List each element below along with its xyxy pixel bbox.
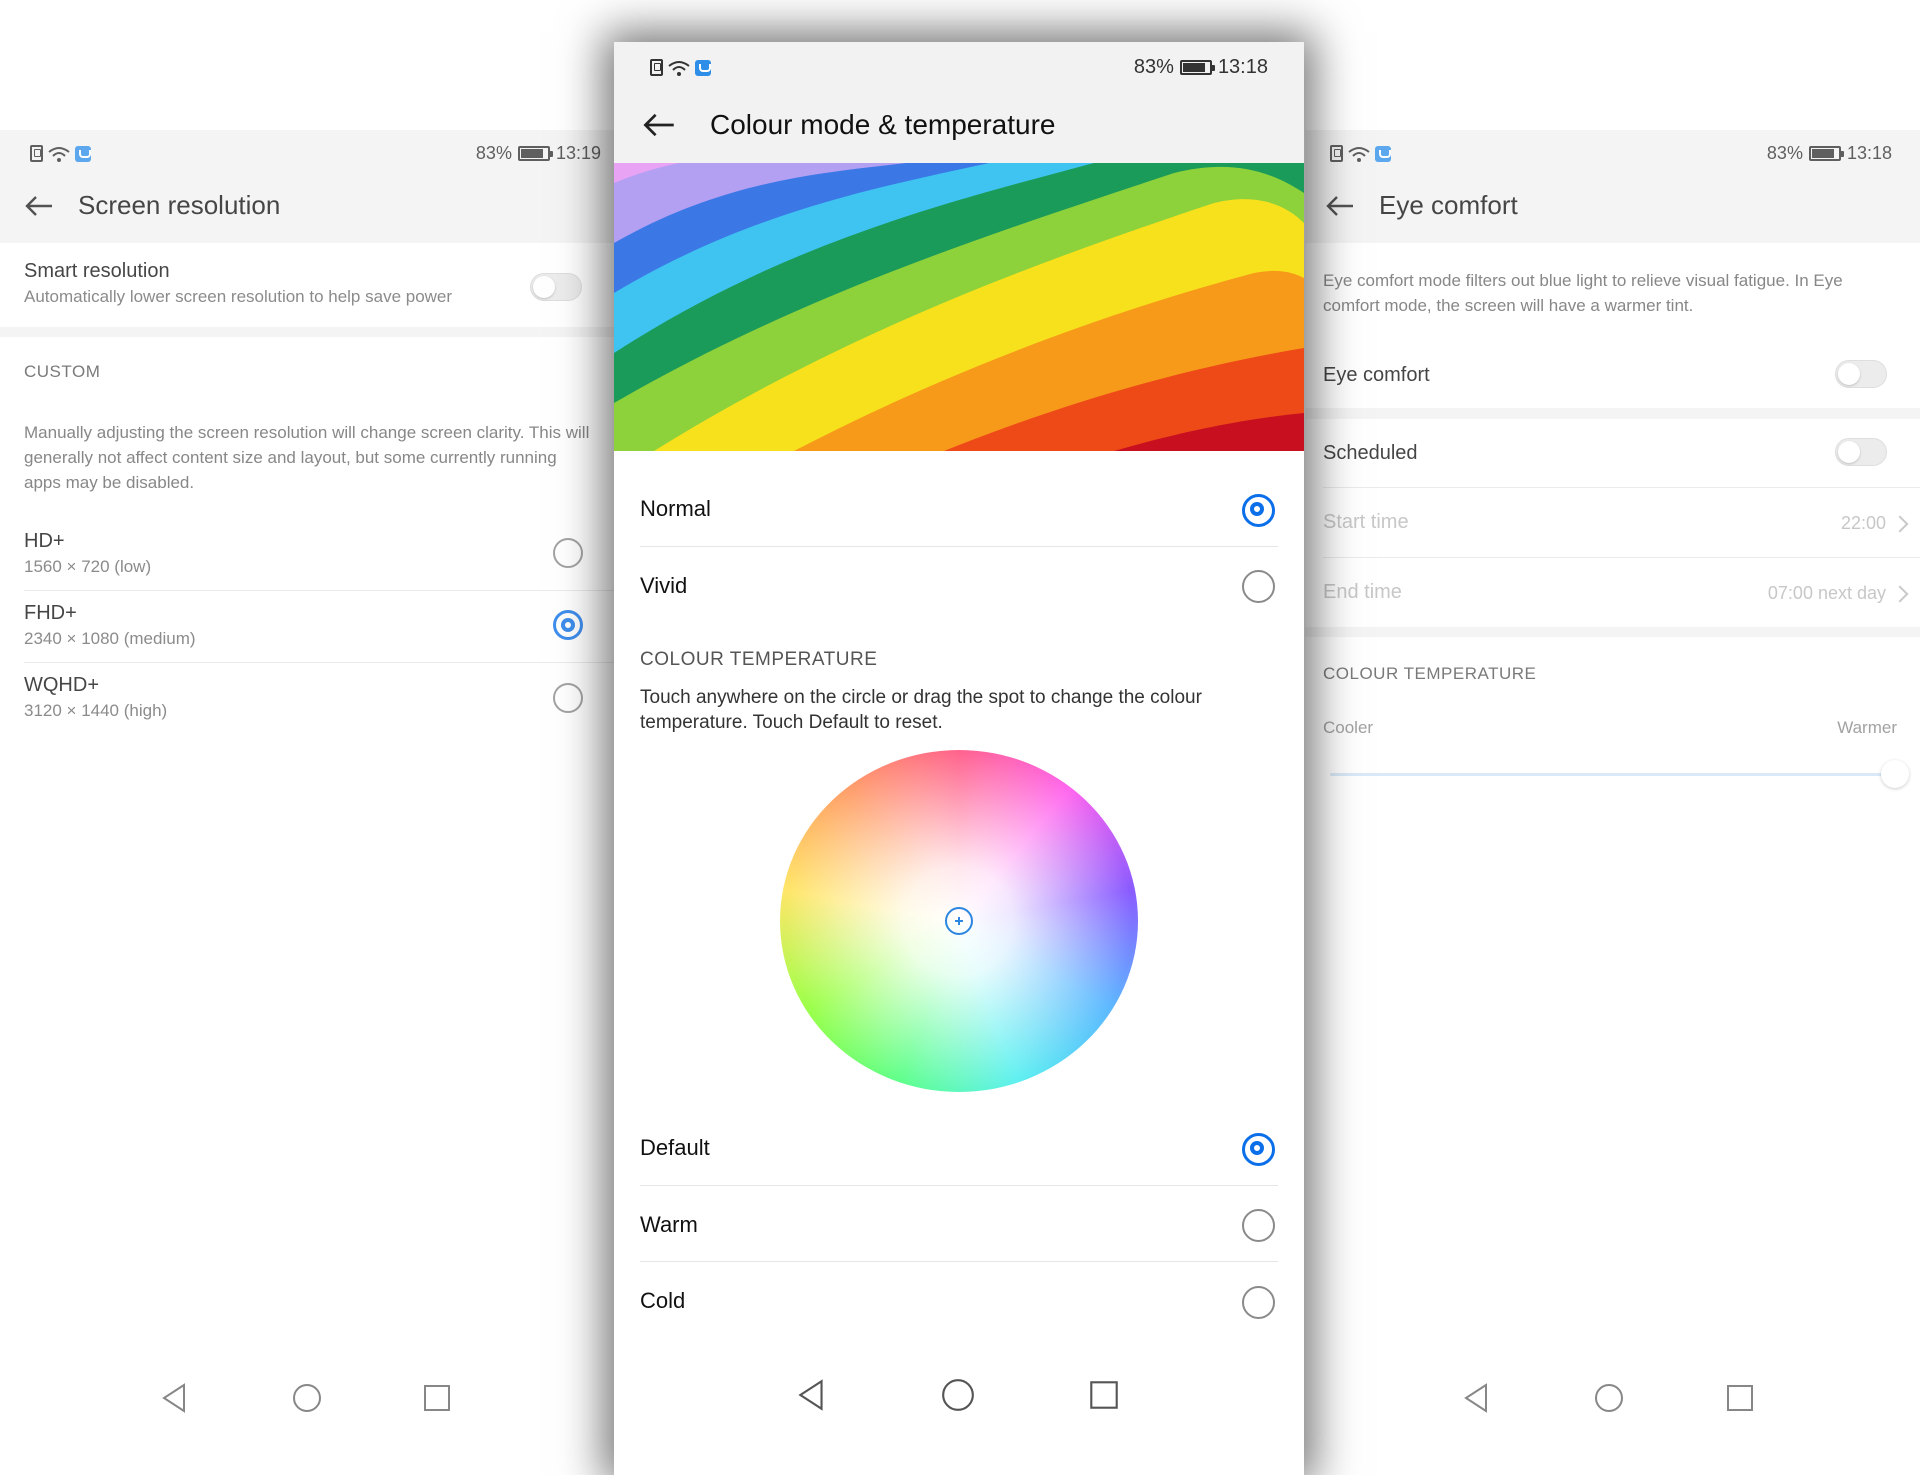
resolution-option-wqhd[interactable]: WQHD+ 3120 × 1440 (high) xyxy=(0,674,615,721)
eye-comfort-screen: 83% 13:18 Eye comfort Eye comfort mode f… xyxy=(1305,130,1920,1475)
smart-resolution-title: Smart resolution xyxy=(24,260,170,282)
battery-icon xyxy=(1179,60,1215,75)
clock: 13:18 xyxy=(1846,143,1892,163)
page-title: Eye comfort xyxy=(1379,190,1518,220)
navigation-bar xyxy=(0,1320,615,1475)
nav-home-icon[interactable] xyxy=(290,1381,324,1415)
preset-option-warm[interactable]: Warm xyxy=(614,1212,1304,1238)
option-title: HD+ xyxy=(24,530,65,552)
nav-back-icon[interactable] xyxy=(158,1381,192,1415)
sim-icon xyxy=(1330,145,1343,162)
eye-comfort-toggle[interactable] xyxy=(1835,360,1887,388)
wifi-icon xyxy=(1348,146,1370,162)
nav-recents-icon[interactable] xyxy=(420,1381,454,1415)
temperature-scale-labels: Cooler Warmer xyxy=(1305,718,1920,738)
preset-label: Default xyxy=(640,1135,710,1160)
option-title: FHD+ xyxy=(24,602,77,624)
colour-temperature-slider[interactable] xyxy=(1330,760,1909,788)
crosshair-spot-icon[interactable] xyxy=(944,906,974,936)
status-bar: 83% 13:18 xyxy=(614,56,1304,79)
page-title: Colour mode & temperature xyxy=(710,109,1056,140)
option-subtitle: 2340 × 1080 (medium) xyxy=(24,629,196,648)
clock: 13:18 xyxy=(1217,56,1268,78)
back-arrow-icon[interactable] xyxy=(24,194,54,218)
nav-recents-icon[interactable] xyxy=(1086,1377,1122,1413)
option-subtitle: 1560 × 720 (low) xyxy=(24,557,152,576)
colour-temperature-label: COLOUR TEMPERATURE xyxy=(640,649,878,670)
sim-icon xyxy=(30,145,43,162)
app-header: 83% 13:18 Colour mode & temperature xyxy=(614,42,1304,163)
page-title: Screen resolution xyxy=(78,190,281,220)
status-bar: 83% 13:18 xyxy=(1305,143,1920,164)
back-arrow-icon[interactable] xyxy=(642,111,676,139)
eye-comfort-label: Eye comfort xyxy=(1323,364,1430,386)
clock: 13:19 xyxy=(555,143,601,163)
radio-normal[interactable] xyxy=(1242,494,1275,527)
colour-temperature-description: Touch anywhere on the circle or drag the… xyxy=(640,687,1202,733)
radio-hd[interactable] xyxy=(553,538,583,568)
sim-icon xyxy=(650,59,663,76)
smart-resolution-toggle[interactable] xyxy=(530,273,582,301)
app-notification-icon xyxy=(695,59,711,76)
option-title: WQHD+ xyxy=(24,674,99,696)
mode-label: Vivid xyxy=(640,573,688,598)
mode-option-vivid[interactable]: Vivid xyxy=(614,573,1304,599)
mode-label: Normal xyxy=(640,496,711,521)
radio-wqhd[interactable] xyxy=(553,683,583,713)
battery-percent: 83% xyxy=(1133,56,1174,78)
radio-vivid[interactable] xyxy=(1242,570,1275,603)
colour-preview-image xyxy=(614,163,1304,451)
slider-thumb[interactable] xyxy=(1881,760,1909,788)
smart-resolution-row[interactable]: Smart resolution Automatically lower scr… xyxy=(0,260,615,307)
cooler-label: Cooler xyxy=(1323,718,1374,737)
resolution-option-fhd[interactable]: FHD+ 2340 × 1080 (medium) xyxy=(0,602,615,649)
preset-label: Warm xyxy=(640,1212,698,1237)
end-time-value[interactable]: 07:00 next day xyxy=(1768,583,1886,604)
nav-back-icon[interactable] xyxy=(794,1377,830,1413)
nav-home-icon[interactable] xyxy=(940,1377,976,1413)
start-time-value[interactable]: 22:00 xyxy=(1841,513,1886,534)
app-notification-icon xyxy=(1375,145,1391,162)
start-time-label: Start time xyxy=(1323,511,1409,533)
option-subtitle: 3120 × 1440 (high) xyxy=(24,701,168,720)
wifi-icon xyxy=(48,146,70,162)
colour-temperature-label: COLOUR TEMPERATURE xyxy=(1323,664,1537,683)
battery-percent: 83% xyxy=(1766,143,1803,163)
custom-section-label: CUSTOM xyxy=(24,362,101,381)
wifi-icon xyxy=(668,60,690,76)
navigation-bar xyxy=(1305,1320,1920,1475)
radio-default[interactable] xyxy=(1242,1133,1275,1166)
status-bar: 83% 13:19 xyxy=(0,143,615,164)
colour-temperature-wheel[interactable] xyxy=(780,750,1138,1092)
smart-resolution-subtitle: Automatically lower screen resolution to… xyxy=(24,287,453,306)
scheduled-label: Scheduled xyxy=(1323,442,1418,464)
app-notification-icon xyxy=(75,145,91,162)
preset-option-default[interactable]: Default xyxy=(614,1135,1304,1161)
scheduled-toggle[interactable] xyxy=(1835,438,1887,466)
app-header: 83% 13:18 Eye comfort xyxy=(1305,130,1920,243)
app-header: 83% 13:19 Screen resolution xyxy=(0,130,615,243)
battery-percent: 83% xyxy=(475,143,512,163)
nav-recents-icon[interactable] xyxy=(1723,1381,1757,1415)
navigation-bar xyxy=(614,1315,1304,1475)
radio-fhd[interactable] xyxy=(553,610,583,640)
screen-resolution-screen: 83% 13:19 Screen resolution Smart resolu… xyxy=(0,130,615,1475)
back-arrow-icon[interactable] xyxy=(1325,194,1355,218)
warmer-label: Warmer xyxy=(1837,718,1897,737)
preset-option-cold[interactable]: Cold xyxy=(614,1288,1304,1314)
mode-option-normal[interactable]: Normal xyxy=(614,496,1304,522)
eye-comfort-intro: Eye comfort mode filters out blue light … xyxy=(1323,271,1843,315)
battery-icon xyxy=(1808,146,1844,161)
preset-label: Cold xyxy=(640,1288,686,1313)
custom-description: Manually adjusting the screen resolution… xyxy=(24,423,590,492)
colour-mode-screen: 83% 13:18 Colour mode & temperature Norm… xyxy=(614,42,1304,1475)
resolution-option-hd[interactable]: HD+ 1560 × 720 (low) xyxy=(0,530,615,577)
nav-home-icon[interactable] xyxy=(1592,1381,1626,1415)
nav-back-icon[interactable] xyxy=(1460,1381,1494,1415)
radio-warm[interactable] xyxy=(1242,1209,1275,1242)
battery-icon xyxy=(517,146,553,161)
